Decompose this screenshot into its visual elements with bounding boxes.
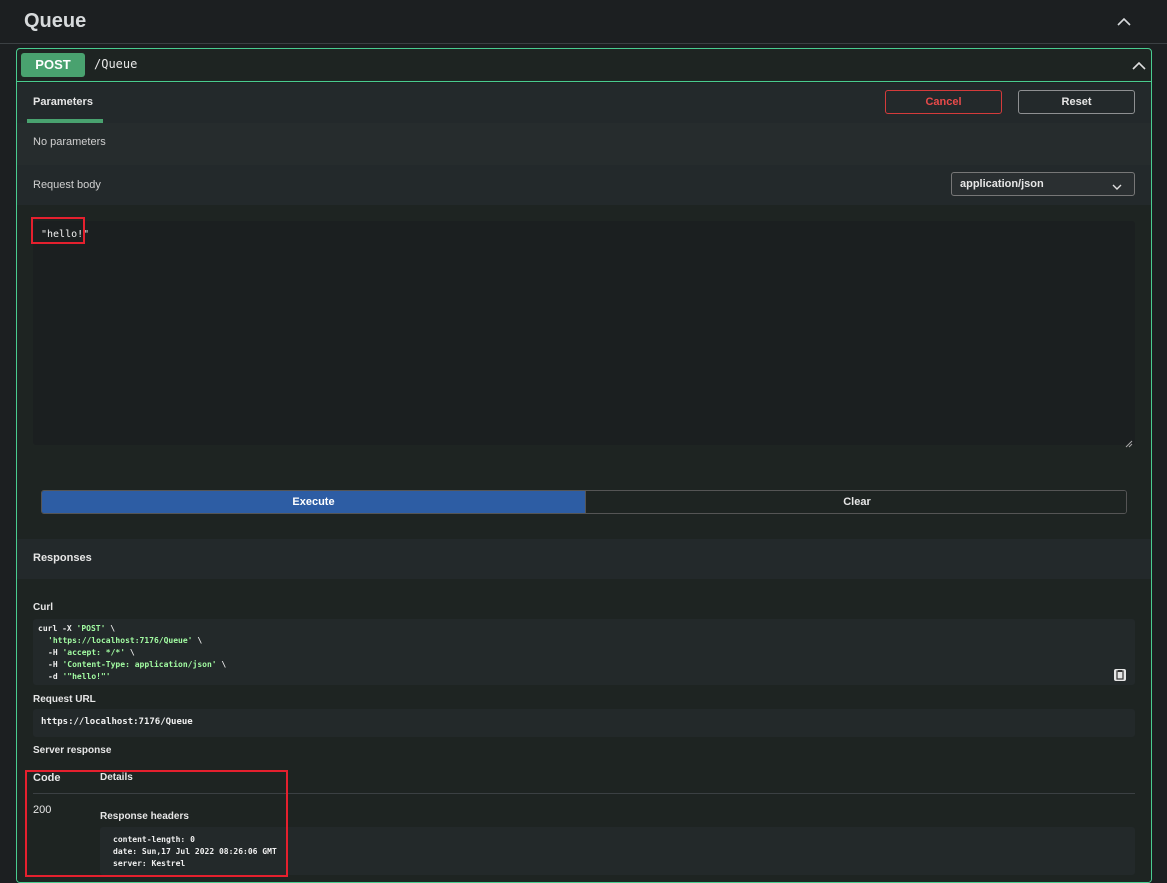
method-badge: POST bbox=[21, 53, 85, 77]
highlight-box-response bbox=[25, 770, 288, 877]
clear-button[interactable]: Clear bbox=[585, 491, 1126, 513]
server-response-label: Server response bbox=[33, 745, 112, 756]
responses-title: Responses bbox=[33, 552, 92, 564]
request-body-editor[interactable]: "hello!" bbox=[33, 221, 1135, 448]
no-parameters-text: No parameters bbox=[33, 136, 106, 148]
tab-parameters[interactable]: Parameters bbox=[33, 96, 93, 108]
request-url-value: https://localhost:7176/Queue bbox=[41, 717, 193, 727]
content-type-value: application/json bbox=[960, 178, 1044, 190]
request-body-area: "hello!" Execute Clear bbox=[17, 205, 1151, 539]
collapse-chevron-icon[interactable] bbox=[1131, 58, 1147, 74]
curl-label: Curl bbox=[33, 602, 53, 613]
responses-header: Responses bbox=[17, 539, 1151, 579]
section-header[interactable]: Queue bbox=[0, 0, 1167, 44]
content-type-select[interactable]: application/json bbox=[951, 172, 1135, 196]
request-body-header: Request body application/json bbox=[17, 165, 1151, 205]
request-url-label: Request URL bbox=[33, 694, 96, 705]
curl-block: curl -X 'POST' \ 'https://localhost:7176… bbox=[33, 619, 1135, 685]
request-url-block: https://localhost:7176/Queue bbox=[33, 709, 1135, 737]
execute-button[interactable]: Execute bbox=[42, 491, 585, 513]
cancel-button[interactable]: Cancel bbox=[885, 90, 1002, 114]
section-title: Queue bbox=[24, 10, 87, 32]
execute-clear-group: Execute Clear bbox=[41, 490, 1127, 514]
chevron-up-icon[interactable] bbox=[1116, 14, 1132, 30]
reset-button[interactable]: Reset bbox=[1018, 90, 1135, 114]
curl-line-5: -d '"hello!"' bbox=[48, 672, 111, 681]
curl-line-4: -H 'Content-Type: application/json' \ bbox=[48, 660, 227, 669]
responses-area: Curl curl -X 'POST' \ 'https://localhost… bbox=[17, 579, 1151, 882]
curl-line-1: curl -X 'POST' \ bbox=[38, 624, 116, 633]
curl-line-3: -H 'accept: */*' \ bbox=[48, 648, 135, 657]
parameters-header: Parameters Cancel Reset bbox=[17, 83, 1151, 123]
operation-block: POST /Queue Parameters Cancel Reset No p… bbox=[16, 48, 1152, 883]
operation-summary[interactable]: POST /Queue bbox=[17, 49, 1151, 82]
curl-line-2: 'https://localhost:7176/Queue' \ bbox=[48, 636, 203, 645]
resize-handle-icon[interactable] bbox=[1125, 435, 1133, 448]
parameters-empty: No parameters bbox=[17, 123, 1151, 165]
highlight-box-body bbox=[31, 217, 85, 244]
operation-path: /Queue bbox=[94, 57, 138, 71]
copy-to-clipboard-icon[interactable] bbox=[1113, 668, 1127, 682]
chevron-down-icon bbox=[1112, 179, 1122, 190]
request-body-label: Request body bbox=[33, 179, 101, 191]
